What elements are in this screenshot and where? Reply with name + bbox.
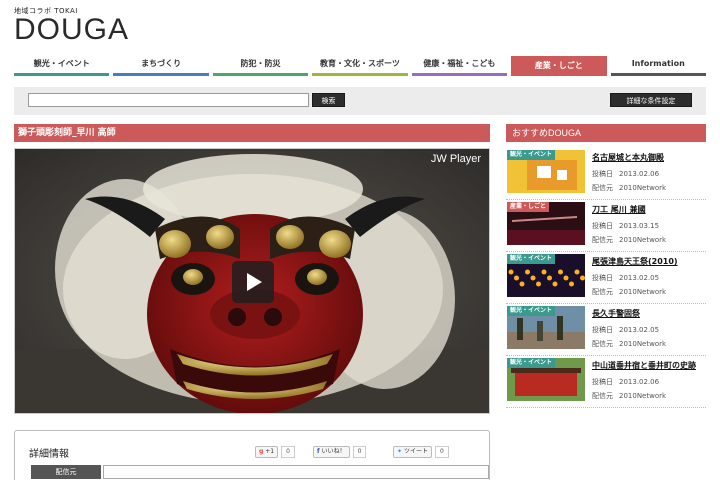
source-name: 2010Network (619, 340, 667, 348)
recommended-title[interactable]: 尾張津島天王祭(2010) (592, 256, 678, 267)
posted-label: 投稿日 (592, 326, 613, 334)
posted-label: 投稿日 (592, 274, 613, 282)
recommended-header: おすすめDOUGA (506, 124, 706, 142)
source-label: 配信元 (31, 465, 101, 479)
video-title: 獅子頭彫刻師_早川 高師 (14, 124, 490, 142)
category-tag: 観光・イベント (507, 358, 556, 368)
nav-item-3[interactable]: 教育・文化・スポーツ (312, 56, 408, 76)
video-thumbnail[interactable]: 観光・イベント (507, 358, 585, 401)
posted-date-row: 投稿日 2013.02.05 (592, 325, 659, 335)
source-name: 2010Network (619, 184, 667, 192)
player-brand: JW Player (430, 153, 481, 165)
source-name: 2010Network (619, 392, 667, 400)
facebook-icon: f (317, 448, 320, 455)
tweet-count: 0 (434, 446, 449, 458)
category-nav: 観光・イベント まちづくり 防犯・防災 教育・文化・スポーツ 健康・福祉・こども 産業・し… (14, 56, 706, 78)
gplus-label: +1 (265, 448, 275, 455)
gplus-button[interactable]: g +1 (255, 446, 279, 458)
details-panel: 詳細情報 g +1 0 f いいね！ 0 ✦ ツイート 0 配信元 (14, 430, 490, 480)
facebook-label: いいね！ (321, 448, 346, 455)
posted-date: 2013.02.06 (619, 170, 660, 178)
posted-label: 投稿日 (592, 170, 613, 178)
category-tag: 観光・イベント (507, 254, 556, 264)
video-player[interactable]: JW Player (14, 148, 490, 414)
posted-label: 投稿日 (592, 378, 613, 386)
recommended-item[interactable]: 観光・イベント 長久手警固祭 投稿日 2013.02.05 配信元 2010Network (506, 304, 706, 356)
source-field (103, 465, 489, 479)
video-thumbnail[interactable]: 観光・イベント (507, 306, 585, 349)
video-thumbnail[interactable]: 観光・イベント (507, 254, 585, 297)
recommended-title[interactable]: 中山道垂井宿と垂井町の史跡 (592, 360, 696, 371)
nav-item-1[interactable]: まちづくり (113, 56, 209, 76)
category-tag: 産業・しごと (507, 202, 550, 212)
recommended-title[interactable]: 刀工 尾川 兼國 (592, 204, 646, 215)
recommended-item[interactable]: 産業・しごと 刀工 尾川 兼國 投稿日 2013.03.15 配信元 2010Networ… (506, 200, 706, 252)
logo-title: DOUGA (14, 13, 130, 46)
tweet-label: ツイート (403, 448, 428, 455)
posted-date: 2013.02.05 (619, 326, 660, 334)
posted-date-row: 投稿日 2013.03.15 (592, 221, 659, 231)
recommended-title[interactable]: 長久手警固祭 (592, 308, 640, 319)
search-bar: 検索 詳細な条件設定 (14, 87, 706, 115)
source-row: 配信元 2010Network (592, 391, 666, 401)
recommended-item[interactable]: 観光・イベント 中山道垂井宿と垂井町の史跡 投稿日 2013.02.06 配信元 2010… (506, 356, 706, 408)
posted-date: 2013.02.05 (619, 274, 660, 282)
source-row-label: 配信元 (592, 392, 613, 400)
site-logo[interactable]: 地域コラボ TOKAI DOUGA (14, 6, 130, 46)
nav-item-2[interactable]: 防犯・防災 (212, 56, 309, 76)
recommended-list: 観光・イベント 名古屋城と本丸御殿 投稿日 2013.02.06 配信元 2010Netw… (506, 148, 706, 408)
category-tag: 観光・イベント (507, 150, 556, 160)
source-row: 配信元 2010Network (592, 183, 666, 193)
twitter-bird-icon: ✦ (397, 448, 403, 455)
source-name: 2010Network (619, 288, 667, 296)
recommended-item[interactable]: 観光・イベント 尾張津島天王祭(2010) 投稿日 2013.02.05 配信元 2010… (506, 252, 706, 304)
source-row-label: 配信元 (592, 340, 613, 348)
source-row-label: 配信元 (592, 236, 613, 244)
facebook-count: 0 (352, 446, 367, 458)
posted-date-row: 投稿日 2013.02.06 (592, 169, 659, 179)
play-icon (247, 273, 262, 291)
posted-date-row: 投稿日 2013.02.05 (592, 273, 659, 283)
nav-item-4[interactable]: 健康・福祉・こども (411, 56, 508, 76)
video-thumbnail[interactable]: 産業・しごと (507, 202, 585, 245)
twitter-share: ✦ ツイート 0 (393, 445, 449, 459)
facebook-like-button[interactable]: f いいね！ (313, 446, 350, 458)
source-row-label: 配信元 (592, 288, 613, 296)
source-row-label: 配信元 (592, 184, 613, 192)
search-button[interactable]: 検索 (312, 93, 345, 107)
nav-item-6[interactable]: Information (610, 56, 706, 76)
facebook-share: f いいね！ 0 (313, 445, 367, 459)
posted-date-row: 投稿日 2013.02.06 (592, 377, 659, 387)
posted-date: 2013.03.15 (619, 222, 660, 230)
advanced-search-button[interactable]: 詳細な条件設定 (610, 93, 692, 107)
source-row: 配信元 2010Network (592, 287, 666, 297)
play-button[interactable] (232, 261, 274, 303)
category-tag: 観光・イベント (507, 306, 556, 316)
nav-item-0[interactable]: 観光・イベント (14, 56, 110, 76)
source-row: 配信元 2010Network (592, 235, 666, 245)
video-thumbnail[interactable]: 観光・イベント (507, 150, 585, 193)
tweet-button[interactable]: ✦ ツイート (393, 446, 432, 458)
nav-item-5[interactable]: 産業・しごと (511, 56, 607, 76)
source-name: 2010Network (619, 236, 667, 244)
source-row: 配信元 2010Network (592, 339, 666, 349)
posted-label: 投稿日 (592, 222, 613, 230)
posted-date: 2013.02.06 (619, 378, 660, 386)
details-title: 詳細情報 (29, 449, 69, 460)
gplus-share: g +1 0 (255, 445, 295, 459)
gplus-count: 0 (281, 446, 295, 458)
search-input[interactable] (28, 93, 309, 107)
gplus-icon: g (259, 448, 264, 455)
recommended-title[interactable]: 名古屋城と本丸御殿 (592, 152, 664, 163)
recommended-item[interactable]: 観光・イベント 名古屋城と本丸御殿 投稿日 2013.02.06 配信元 2010Netw… (506, 148, 706, 200)
